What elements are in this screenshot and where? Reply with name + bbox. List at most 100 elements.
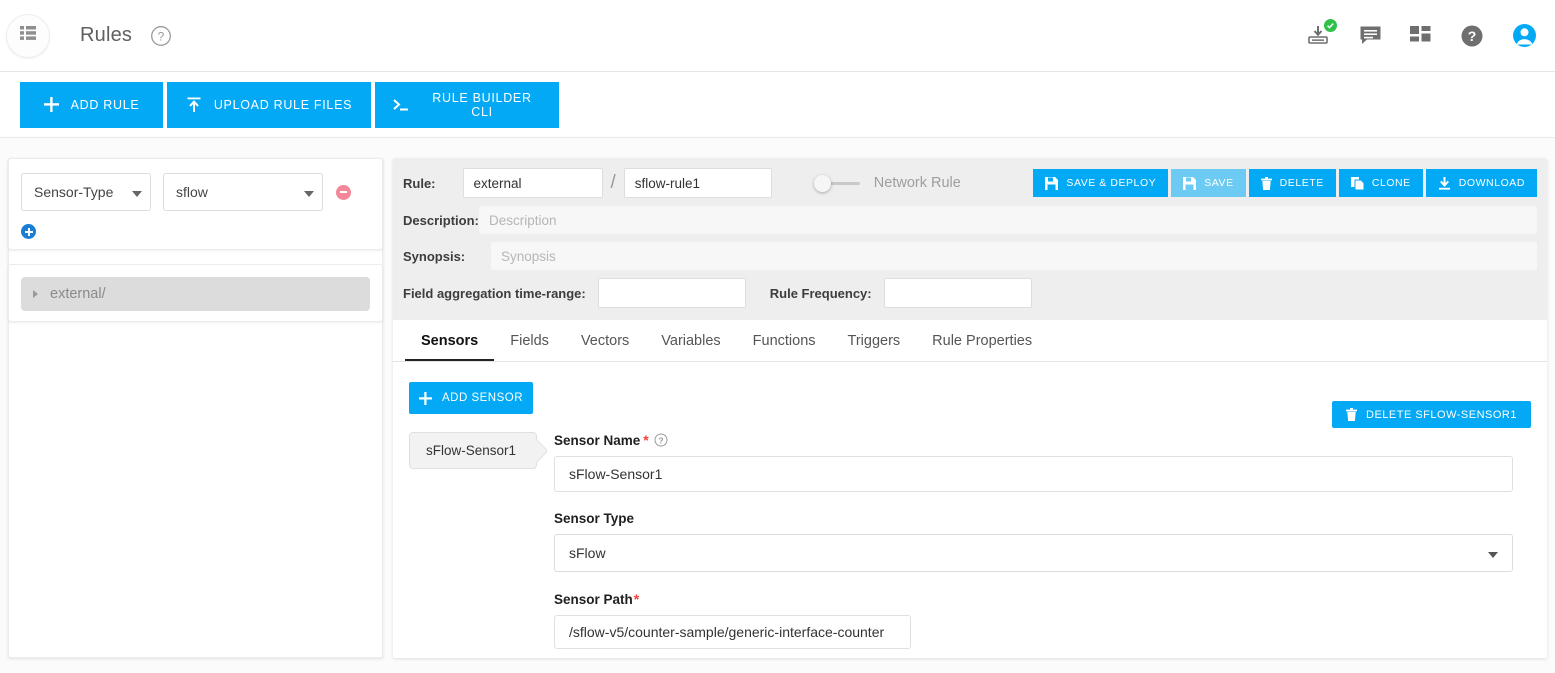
sensor-type-dropdown[interactable]: sFlow bbox=[554, 534, 1513, 572]
frequency-input[interactable] bbox=[884, 278, 1032, 308]
tab-sensors[interactable]: Sensors bbox=[405, 333, 494, 361]
trash-icon bbox=[1261, 177, 1272, 190]
rule-name-input[interactable] bbox=[624, 168, 772, 198]
page-title-help-icon[interactable]: ? bbox=[150, 25, 172, 47]
triangle-right-icon bbox=[33, 290, 38, 298]
delete-sensor-button[interactable]: DELETE SFLOW-SENSOR1 bbox=[1332, 401, 1531, 428]
rule-action-bar: ADD RULE UPLOAD RULE FILES RULE BUILDER … bbox=[0, 72, 1555, 138]
rule-header-actions: SAVE & DEPLOY SAVE DELETE bbox=[1030, 169, 1537, 197]
synopsis-label: Synopsis: bbox=[403, 249, 467, 264]
rule-folder-input[interactable] bbox=[463, 168, 603, 198]
description-row: Description: bbox=[403, 206, 1537, 234]
delete-rule-label: DELETE bbox=[1280, 177, 1324, 189]
help-circle-icon[interactable]: ? bbox=[654, 433, 668, 447]
user-avatar-icon[interactable] bbox=[1512, 23, 1537, 48]
help-circle-icon[interactable]: ? bbox=[1460, 24, 1484, 48]
rule-editor-panel: Rule: / Network Rule SAVE bbox=[393, 158, 1547, 658]
sensor-name-group: Sensor Name * ? bbox=[554, 432, 1513, 492]
rule-name-row: Rule: / Network Rule SAVE bbox=[403, 168, 1537, 198]
chat-icon[interactable] bbox=[1359, 25, 1382, 46]
tab-variables[interactable]: Variables bbox=[645, 333, 736, 361]
sensor-value-select[interactable]: sflow bbox=[163, 173, 323, 211]
upload-rule-files-button[interactable]: UPLOAD RULE FILES bbox=[167, 82, 371, 128]
sensor-filter-row: Sensor-Type sflow bbox=[21, 173, 370, 211]
save-label: SAVE bbox=[1204, 177, 1233, 189]
tab-vectors[interactable]: Vectors bbox=[565, 333, 645, 361]
add-filter-icon[interactable] bbox=[21, 224, 36, 239]
tab-functions[interactable]: Functions bbox=[737, 333, 832, 361]
sensor-type-dropdown-value: sFlow bbox=[569, 545, 606, 561]
description-label: Description: bbox=[403, 213, 467, 228]
sensor-filter-card: Sensor-Type sflow bbox=[8, 158, 383, 250]
check-badge-icon bbox=[1323, 18, 1338, 33]
rule-tree-item-label: external/ bbox=[50, 286, 106, 302]
required-marker: * bbox=[643, 432, 648, 448]
upload-icon bbox=[186, 97, 202, 113]
download-rule-label: DOWNLOAD bbox=[1459, 177, 1525, 189]
aggregation-input[interactable] bbox=[598, 278, 746, 308]
rule-tree-card: external/ bbox=[8, 264, 383, 322]
rule-tree-item-external[interactable]: external/ bbox=[21, 277, 370, 311]
plus-icon bbox=[419, 392, 432, 405]
network-rule-label: Network Rule bbox=[874, 175, 961, 191]
sensor-path-input[interactable] bbox=[554, 615, 911, 649]
dashboard-grid-icon[interactable] bbox=[1410, 26, 1432, 46]
menu-grid-icon bbox=[20, 26, 36, 45]
rule-builder-cli-button[interactable]: RULE BUILDER CLI bbox=[375, 82, 559, 128]
sensors-pane: ADD SENSOR DELETE SFLOW-SENSOR1 sFlow-Se… bbox=[393, 362, 1547, 658]
svg-text:?: ? bbox=[1468, 28, 1477, 44]
sensor-value-select-value: sflow bbox=[176, 184, 208, 200]
remove-filter-icon[interactable] bbox=[336, 185, 351, 200]
download-icon bbox=[1438, 177, 1451, 190]
network-rule-toggle[interactable] bbox=[814, 175, 860, 191]
frequency-label: Rule Frequency: bbox=[770, 286, 872, 301]
description-input[interactable] bbox=[479, 206, 1537, 234]
aggregation-row: Field aggregation time-range: Rule Frequ… bbox=[403, 278, 1537, 308]
rule-builder-cli-label: RULE BUILDER CLI bbox=[423, 91, 541, 119]
tab-triggers[interactable]: Triggers bbox=[832, 333, 917, 361]
upload-rule-files-label: UPLOAD RULE FILES bbox=[214, 98, 352, 112]
aggregation-label: Field aggregation time-range: bbox=[403, 286, 586, 301]
save-button[interactable]: SAVE bbox=[1171, 169, 1245, 197]
delete-rule-button[interactable]: DELETE bbox=[1249, 169, 1336, 197]
sensor-type-group: Sensor Type sFlow bbox=[554, 511, 1513, 572]
toggle-knob[interactable] bbox=[814, 175, 831, 192]
add-sensor-button[interactable]: ADD SENSOR bbox=[409, 382, 533, 414]
delete-sensor-label: DELETE SFLOW-SENSOR1 bbox=[1366, 409, 1517, 421]
synopsis-row: Synopsis: bbox=[403, 242, 1537, 270]
download-rule-button[interactable]: DOWNLOAD bbox=[1426, 169, 1537, 197]
rule-label: Rule: bbox=[403, 176, 436, 191]
clone-rule-label: CLONE bbox=[1372, 177, 1411, 189]
copy-icon bbox=[1351, 177, 1364, 190]
sensor-type-label-wrap: Sensor Type bbox=[554, 511, 1513, 526]
network-rule-toggle-wrap: Network Rule bbox=[814, 175, 961, 191]
synopsis-input[interactable] bbox=[491, 242, 1537, 270]
save-icon bbox=[1183, 177, 1196, 190]
save-and-deploy-button[interactable]: SAVE & DEPLOY bbox=[1033, 169, 1168, 197]
add-sensor-label: ADD SENSOR bbox=[442, 392, 523, 404]
sensor-name-input[interactable] bbox=[554, 456, 1513, 492]
menu-button[interactable] bbox=[6, 14, 50, 58]
plus-icon bbox=[44, 97, 59, 112]
download-device-icon[interactable] bbox=[1307, 25, 1331, 47]
sensor-list-item-label: sFlow-Sensor1 bbox=[426, 443, 516, 458]
tab-fields[interactable]: Fields bbox=[494, 333, 565, 361]
rule-header: Rule: / Network Rule SAVE bbox=[393, 158, 1547, 320]
sensor-form: Sensor Name * ? bbox=[554, 432, 1531, 658]
sensor-type-label: Sensor Type bbox=[554, 511, 634, 526]
tab-rule-properties[interactable]: Rule Properties bbox=[916, 333, 1048, 361]
sensor-name-label-wrap: Sensor Name * ? bbox=[554, 432, 1513, 448]
sensor-type-select[interactable]: Sensor-Type bbox=[21, 173, 151, 211]
sensor-path-group: Sensor Path * bbox=[554, 591, 1513, 649]
save-icon bbox=[1045, 177, 1058, 190]
sensor-path-label-wrap: Sensor Path * bbox=[554, 591, 1513, 607]
sensor-list-item[interactable]: sFlow-Sensor1 bbox=[409, 432, 537, 469]
page-title: Rules bbox=[80, 24, 132, 47]
sensors-columns: sFlow-Sensor1 Sensor Name * ? bbox=[409, 432, 1531, 658]
clone-rule-button[interactable]: CLONE bbox=[1339, 169, 1423, 197]
chevron-down-icon bbox=[132, 184, 142, 200]
chevron-down-icon bbox=[304, 184, 314, 200]
sensor-type-select-value: Sensor-Type bbox=[34, 184, 113, 200]
sidebar: Sensor-Type sflow external/ bbox=[8, 158, 383, 322]
add-rule-button[interactable]: ADD RULE bbox=[20, 82, 163, 128]
